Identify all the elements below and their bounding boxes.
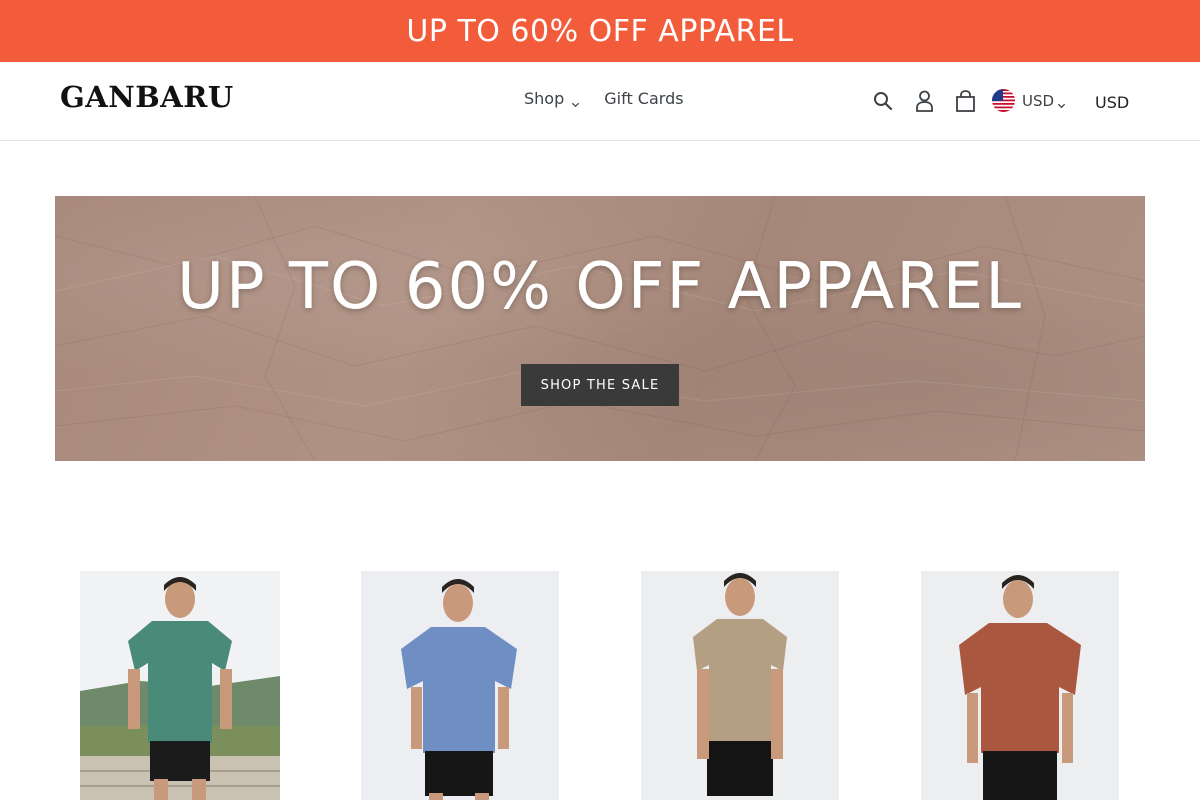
announcement-text: UP TO 60% OFF APPAREL (406, 13, 794, 49)
currency-label[interactable]: USD (1095, 93, 1129, 112)
product-image (80, 571, 280, 800)
product-card[interactable] (361, 571, 559, 800)
product-card[interactable] (921, 571, 1119, 800)
product-image (921, 571, 1119, 800)
us-flag-icon (992, 89, 1015, 112)
hero-heading: UP TO 60% OFF APPAREL (177, 250, 1023, 324)
currency-selector[interactable]: USD (992, 89, 1066, 112)
announcement-bar[interactable]: UP TO 60% OFF APPAREL (0, 0, 1200, 62)
site-header: GANBARU Shop Gift Cards USD USD (0, 62, 1200, 141)
product-image (361, 571, 559, 800)
currency-value: USD (1022, 91, 1055, 110)
header-icons: USD USD (0, 86, 1200, 116)
product-image (641, 571, 839, 800)
account-icon[interactable] (913, 89, 935, 113)
product-card[interactable] (80, 571, 280, 800)
hero-banner: UP TO 60% OFF APPAREL SHOP THE SALE (55, 196, 1145, 461)
search-icon[interactable] (872, 90, 894, 112)
shop-the-sale-button[interactable]: SHOP THE SALE (521, 364, 679, 406)
cart-icon[interactable] (954, 89, 976, 113)
chevron-down-icon (1057, 96, 1066, 109)
product-card[interactable] (641, 571, 839, 800)
paper-texture (55, 196, 1145, 461)
